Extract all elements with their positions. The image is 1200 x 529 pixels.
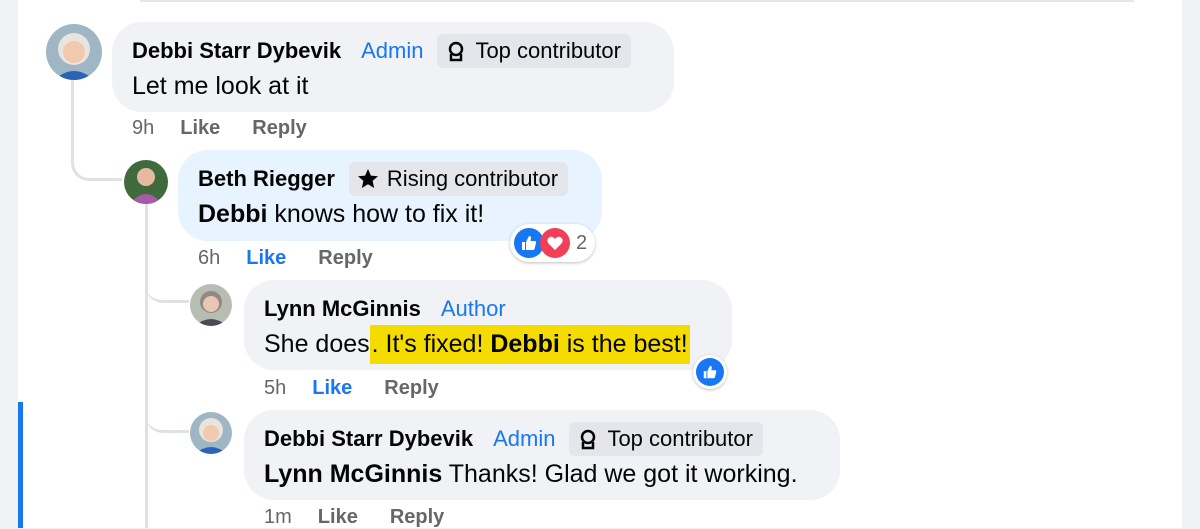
love-reaction-icon (540, 228, 570, 258)
active-indicator (18, 402, 23, 528)
role-label: Admin (361, 38, 424, 63)
like-button[interactable]: Like (318, 506, 358, 529)
award-icon (581, 429, 596, 450)
comment-actions: 6h Like Reply (198, 247, 405, 270)
divider (140, 0, 1134, 2)
like-reaction-icon[interactable] (693, 355, 727, 389)
mention-link[interactable]: Debbi (490, 330, 559, 358)
reply-button[interactable]: Reply (384, 377, 438, 400)
comment-bubble: Lynn McGinnis Author She does. It's fixe… (244, 280, 732, 370)
comment-bubble: Debbi Starr Dybevik Admin Top contributo… (112, 22, 674, 112)
comment-bubble: Debbi Starr Dybevik Admin Top contributo… (244, 410, 840, 500)
avatar[interactable] (190, 284, 232, 326)
comment-text: Let me look at it (132, 72, 309, 100)
reaction-count: 2 (576, 231, 588, 254)
thread-line (145, 204, 148, 528)
reply-button[interactable]: Reply (318, 247, 372, 270)
reply-button[interactable]: Reply (390, 506, 444, 529)
comment-author[interactable]: Debbi Starr Dybevik (264, 426, 473, 452)
reply-button[interactable]: Reply (252, 117, 306, 140)
badge-label: Top contributor (475, 38, 621, 63)
avatar[interactable] (190, 412, 232, 454)
avatar[interactable] (46, 24, 102, 80)
timestamp[interactable]: 9h (132, 117, 154, 140)
comment-author[interactable]: Lynn McGinnis (264, 296, 421, 322)
contributor-badge[interactable]: Top contributor (569, 422, 763, 456)
comment-author[interactable]: Debbi Starr Dybevik (132, 38, 341, 64)
comment-actions: 9h Like Reply (132, 117, 339, 140)
thread-line (145, 400, 189, 433)
highlighted-text: . It's fixed! Debbi is the best! (369, 325, 690, 364)
avatar[interactable] (124, 160, 168, 204)
contributor-badge[interactable]: Rising contributor (348, 162, 569, 196)
badge-label: Top contributor (607, 426, 753, 451)
role-label: Admin (493, 426, 556, 451)
comment-actions: 1m Like Reply (264, 506, 476, 529)
comment-text: Lynn McGinnis Thanks! Glad we got it wor… (264, 460, 798, 488)
comment-actions: 5h Like Reply (264, 377, 471, 400)
comment-text: She does. It's fixed! Debbi is the best! (264, 325, 712, 364)
reaction-summary[interactable]: 2 (510, 224, 596, 262)
mention-link[interactable]: Debbi (198, 200, 267, 228)
mention-link[interactable]: Lynn McGinnis (264, 460, 442, 488)
like-button[interactable]: Like (180, 117, 220, 140)
timestamp[interactable]: 5h (264, 377, 286, 400)
contributor-badge[interactable]: Top contributor (437, 34, 631, 68)
comment-author[interactable]: Beth Riegger (198, 166, 335, 192)
role-label: Author (440, 296, 506, 321)
badge-label: Rising contributor (386, 166, 559, 191)
timestamp[interactable]: 6h (198, 247, 220, 270)
thread-line (145, 258, 189, 303)
star-icon (357, 169, 378, 188)
timestamp[interactable]: 1m (264, 506, 292, 529)
like-button[interactable]: Like (312, 377, 352, 400)
like-button[interactable]: Like (246, 247, 286, 270)
award-icon (449, 41, 464, 62)
